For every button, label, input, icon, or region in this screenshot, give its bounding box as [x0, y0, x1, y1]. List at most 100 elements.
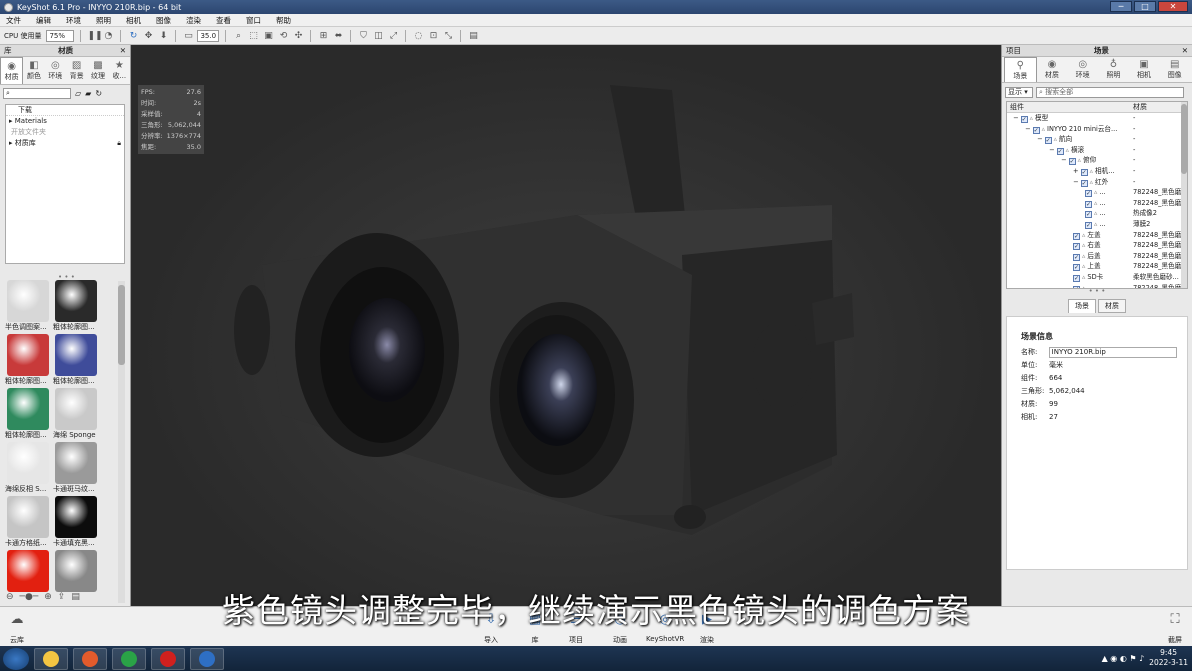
menu-camera[interactable]: 相机 — [126, 15, 141, 26]
collapse-icon[interactable]: − — [1025, 125, 1033, 133]
taskbar-app[interactable] — [151, 647, 185, 670]
menu-lighting[interactable]: 照明 — [96, 15, 111, 26]
tab-image[interactable]: ▤ 图像 — [1159, 57, 1190, 82]
tab-favorites[interactable]: ★ 收... — [109, 57, 130, 84]
scene-tree-row[interactable]: ✓ ▵ ... 782248_黑色磨 — [1007, 283, 1187, 288]
display-select[interactable]: 显示 ▾ — [1005, 86, 1033, 98]
column-material[interactable]: 材质 — [1130, 102, 1147, 112]
close-icon[interactable]: ✕ — [1182, 46, 1188, 55]
collapse-icon[interactable]: − — [1049, 146, 1057, 154]
scene-tree-row[interactable]: ✓ ▵ ... 热成像2 — [1007, 208, 1187, 219]
close-button[interactable]: ✕ — [1158, 1, 1188, 12]
pause-icon[interactable]: ❚❚ — [87, 30, 102, 42]
scene-tree-row[interactable]: ✓ ▵ ... 782248_黑色磨 — [1007, 198, 1187, 209]
tab-lighting[interactable]: ♁ 照明 — [1098, 57, 1129, 82]
folder-add-icon[interactable]: ▱ — [75, 89, 81, 98]
tab-materials[interactable]: ◉ 材质 — [0, 57, 24, 84]
scene-tree-row[interactable]: ✓ ▵ ... 782248_黑色磨 — [1007, 187, 1187, 198]
rotate-icon[interactable]: ⟲ — [277, 30, 289, 42]
fit-icon[interactable]: ⤢ — [387, 30, 399, 42]
material-thumb[interactable]: 粗体轮廓图... — [53, 334, 101, 386]
drop-icon[interactable]: ⬇ — [157, 30, 169, 42]
lock-icon[interactable]: ⊡ — [427, 30, 439, 42]
collapse-icon[interactable]: − — [1061, 156, 1069, 164]
tab-environment[interactable]: ◎ 环境 — [1067, 57, 1098, 82]
visibility-checkbox[interactable]: ✓ — [1080, 168, 1088, 176]
material-thumb[interactable]: 卡通斑马纹... — [53, 442, 101, 494]
tab-backplates[interactable]: ▨ 背景 — [66, 57, 87, 84]
cpu-usage-select[interactable]: 75% — [46, 29, 75, 42]
material-thumb[interactable]: 粗体轮廓图... — [5, 334, 53, 386]
focal-length-input[interactable]: 35.0 — [197, 29, 220, 42]
performance-icon[interactable]: ◔ — [102, 30, 114, 42]
material-thumb[interactable]: 卡通方格纸... — [5, 496, 53, 548]
scene-scrollbar[interactable] — [1181, 102, 1187, 288]
menu-file[interactable]: 文件 — [6, 15, 21, 26]
maximize-button[interactable]: □ — [1134, 1, 1156, 12]
tree-item-open-folder[interactable]: 开放文件夹 — [6, 127, 124, 138]
visibility-checkbox[interactable]: ✓ — [1032, 126, 1040, 134]
menu-view[interactable]: 查看 — [216, 15, 231, 26]
material-thumb[interactable]: 粗体轮廓图... — [53, 280, 101, 332]
tab-scene[interactable]: ⚲ 场景 — [1004, 57, 1037, 82]
start-button[interactable] — [3, 647, 29, 670]
scene-tree-row[interactable]: − ✓ ▵ 俯仰 - — [1007, 155, 1187, 166]
tab-colors[interactable]: ◧ 颜色 — [23, 57, 44, 84]
material-thumb[interactable]: 卡通填充黑... — [53, 496, 101, 548]
move-icon[interactable]: ✥ — [142, 30, 154, 42]
taskbar-app[interactable] — [112, 647, 146, 670]
scrollbar-thumb[interactable] — [118, 285, 125, 365]
visibility-checkbox[interactable]: ✓ — [1068, 158, 1076, 166]
clock[interactable]: 9:45 2022-3-11 — [1149, 648, 1188, 668]
pan-icon[interactable]: ✣ — [292, 30, 304, 42]
menu-edit[interactable]: 编辑 — [36, 15, 51, 26]
scene-tree-row[interactable]: ✓ ▵ 左盖 782248_黑色磨 — [1007, 230, 1187, 241]
tree-item-download[interactable]: 下载 — [6, 105, 124, 116]
material-thumb[interactable]: 海绵反相 S... — [5, 442, 53, 494]
frame-icon[interactable]: ◫ — [372, 30, 384, 42]
menu-window[interactable]: 窗口 — [246, 15, 261, 26]
scene-tree-row[interactable]: ✓ ▵ SD卡 柔软黑色磨砂... — [1007, 272, 1187, 283]
scene-tree-row[interactable]: − ✓ ▵ INYYO 210 mini云台... - — [1007, 124, 1187, 135]
screenshot-icon[interactable]: ▤ — [467, 30, 479, 42]
close-icon[interactable]: ✕ — [120, 46, 126, 55]
visibility-checkbox[interactable]: ✓ — [1020, 116, 1028, 123]
scene-name-field[interactable]: INYYO 210R.bip — [1048, 347, 1177, 358]
search-input[interactable]: ⌕ — [3, 88, 71, 99]
refresh-icon[interactable]: ↻ — [127, 30, 139, 42]
collapse-icon[interactable]: − — [1013, 114, 1021, 122]
visibility-checkbox[interactable]: ✓ — [1073, 264, 1080, 272]
tab-camera[interactable]: ▣ 相机 — [1129, 57, 1160, 82]
visibility-checkbox[interactable]: ✓ — [1085, 190, 1092, 198]
taskbar-app[interactable] — [34, 647, 68, 670]
tab-textures[interactable]: ▩ 纹理 — [87, 57, 108, 84]
refresh-icon[interactable]: ↻ — [95, 89, 102, 98]
scene-tree-row[interactable]: + ✓ ▵ 相机... - — [1007, 166, 1187, 177]
camera-dropdown-icon[interactable]: ▣ — [262, 30, 274, 42]
scene-search-input[interactable]: ⌕ 搜索全部 — [1036, 86, 1184, 98]
tray-icons[interactable]: ▲ ◉ ◐ ⚑ ♪ — [1102, 654, 1145, 663]
visibility-checkbox[interactable]: ✓ — [1073, 243, 1080, 251]
scene-tree-row[interactable]: ✓ ▵ 右盖 782248_黑色磨 — [1007, 240, 1187, 251]
visibility-checkbox[interactable]: ✓ — [1073, 285, 1080, 288]
subtab-material[interactable]: 材质 — [1098, 299, 1126, 313]
shield-icon[interactable]: ⛉ — [357, 30, 369, 42]
visibility-checkbox[interactable]: ✓ — [1085, 200, 1092, 208]
scene-tree-row[interactable]: − ✓ ▵ 横滚 - — [1007, 145, 1187, 156]
visibility-checkbox[interactable]: ✓ — [1056, 147, 1064, 155]
visibility-checkbox[interactable]: ✓ — [1073, 232, 1080, 240]
scene-tree-row[interactable]: − ✓ ▵ 红外 - — [1007, 177, 1187, 188]
scene-tree-row[interactable]: ✓ ▵ 上盖 782248_黑色磨 — [1007, 261, 1187, 272]
folder-icon[interactable]: ▰ — [85, 89, 91, 98]
scene-tree-row[interactable]: ✓ ▵ 后盖 782248_黑色磨 — [1007, 251, 1187, 262]
scene-tree-row[interactable]: − ✓ ▵ 模型 - — [1007, 113, 1187, 124]
visibility-checkbox[interactable]: ✓ — [1044, 137, 1052, 145]
menu-help[interactable]: 帮助 — [276, 15, 291, 26]
taskbar-app[interactable] — [73, 647, 107, 670]
collapse-icon[interactable]: − — [1037, 135, 1045, 143]
menu-environment[interactable]: 环境 — [66, 15, 81, 26]
resize-handle[interactable]: • • • — [1002, 288, 1192, 295]
tree-item-materials[interactable]: ▸ Materials — [6, 116, 124, 127]
render-viewport[interactable] — [132, 45, 1000, 606]
scene-tree-row[interactable]: ✓ ▵ ... 薄膜2 — [1007, 219, 1187, 230]
